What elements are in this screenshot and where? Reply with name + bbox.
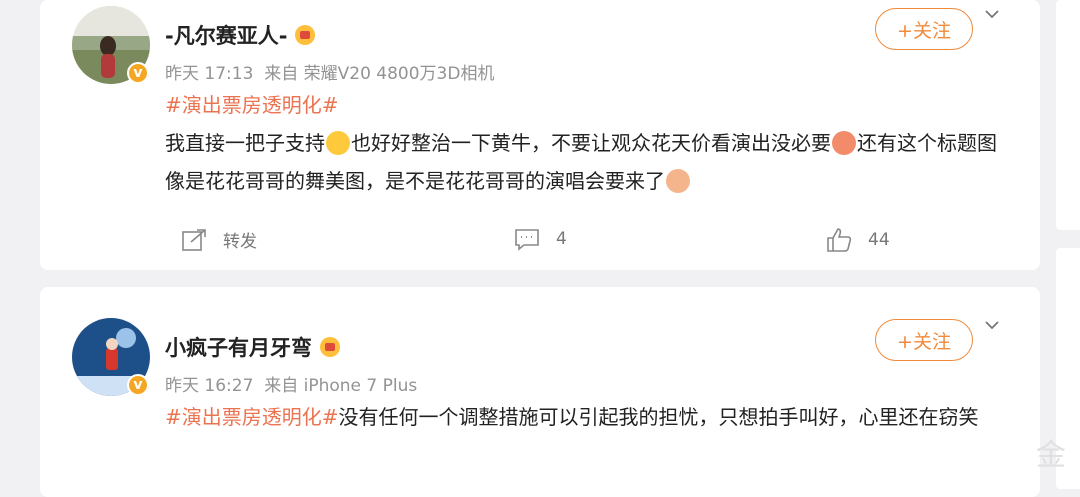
source: 来自 荣耀V20 4800万3D相机 xyxy=(264,64,495,84)
chevron-down-icon[interactable] xyxy=(984,317,1000,333)
post-text: 也好好整治一下黄牛，不要让观众花天价看演出没必要 xyxy=(351,131,831,155)
username-text: 小疯子有月牙弯 xyxy=(165,336,312,360)
username[interactable]: -凡尔赛亚人- xyxy=(165,20,316,50)
action-bar: 转发 4 44 xyxy=(40,227,1040,257)
post-card: v -凡尔赛亚人- 昨天 17:13 来自 荣耀V20 4800万3D相机 +关… xyxy=(40,0,1040,270)
post-meta: 昨天 17:13 来自 荣耀V20 4800万3D相机 xyxy=(165,59,494,84)
emoji-icon xyxy=(326,130,350,155)
like-count: 44 xyxy=(868,230,890,250)
emoji-icon xyxy=(666,168,690,193)
post-meta: 昨天 16:27 来自 iPhone 7 Plus xyxy=(165,371,417,396)
verified-badge-icon: v xyxy=(127,62,149,84)
comment-button[interactable]: 4 xyxy=(514,227,567,251)
hashtag-link[interactable]: #演出票房透明化# xyxy=(165,405,339,429)
post-content: #演出票房透明化# 我直接一把子支持 也好好整治一下黄牛，不要让观众花天价看演出没… xyxy=(165,86,1015,200)
like-icon xyxy=(827,228,852,252)
comment-count: 4 xyxy=(556,229,567,249)
watermark: 金 xyxy=(1036,438,1066,473)
timestamp[interactable]: 昨天 17:13 xyxy=(165,64,253,84)
username-text: -凡尔赛亚人- xyxy=(165,24,288,48)
verified-badge-icon: v xyxy=(127,374,149,396)
vip-crown-icon xyxy=(295,25,316,45)
repost-label: 转发 xyxy=(223,232,257,252)
source: 来自 iPhone 7 Plus xyxy=(264,376,418,396)
timestamp[interactable]: 昨天 16:27 xyxy=(165,376,253,396)
like-button[interactable]: 44 xyxy=(826,227,890,253)
chevron-down-icon[interactable] xyxy=(984,6,1000,22)
repost-button[interactable]: 转发 xyxy=(181,227,257,252)
post-text: 我直接一把子支持 xyxy=(165,131,325,155)
vip-crown-icon xyxy=(320,337,340,357)
post-content: #演出票房透明化#没有任何一个调整措施可以引起我的担忧，只想拍手叫好，心里还在窃… xyxy=(165,398,1015,436)
username[interactable]: 小疯子有月牙弯 xyxy=(165,332,340,362)
follow-button[interactable]: +关注 xyxy=(875,319,973,361)
comment-icon xyxy=(515,229,539,251)
follow-button[interactable]: +关注 xyxy=(875,8,973,50)
repost-icon xyxy=(182,228,206,251)
side-panel xyxy=(1056,0,1080,230)
hashtag-link[interactable]: #演出票房透明化# xyxy=(165,93,339,117)
post-text: 没有任何一个调整措施可以引起我的担忧，只想拍手叫好，心里还在窃笑 xyxy=(338,405,979,429)
emoji-icon xyxy=(832,130,856,155)
post-card: v 小疯子有月牙弯 昨天 16:27 来自 iPhone 7 Plus +关注 … xyxy=(40,287,1040,497)
